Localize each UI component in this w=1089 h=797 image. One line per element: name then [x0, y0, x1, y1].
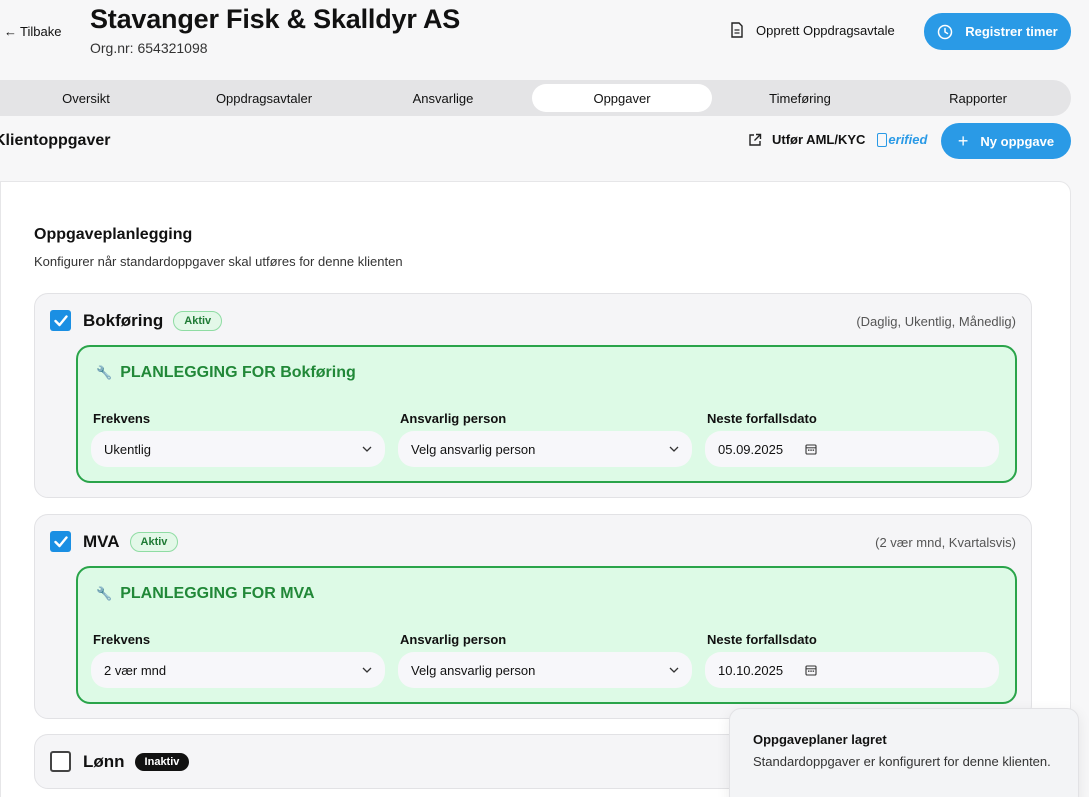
task-name: MVA: [83, 531, 120, 551]
chevron-down-icon: [362, 667, 372, 673]
new-task-label: Ny oppgave: [980, 133, 1055, 149]
plan-box: 🔧 PLANLEGGING FOR Bokføring Frekvens Uke…: [76, 345, 1017, 483]
calendar-icon: [805, 444, 817, 455]
toast-notification: Oppgaveplaner lagret Standardoppgaver er…: [729, 708, 1079, 797]
chevron-down-icon: [362, 446, 372, 452]
frequency-label: Frekvens: [93, 411, 151, 426]
tab-oversikt[interactable]: Oversikt: [0, 84, 176, 112]
toast-title: Oppgaveplaner lagret: [753, 732, 887, 747]
org-number: Org.nr: 654321098: [90, 40, 208, 56]
external-link-icon: [749, 133, 762, 146]
chevron-down-icon: [669, 446, 679, 452]
register-hours-button[interactable]: Registrer timer: [924, 13, 1071, 50]
task-checkbox[interactable]: [50, 751, 71, 772]
task-header: Bokføring Aktiv: [50, 310, 223, 331]
tab-timeforing[interactable]: Timeføring: [710, 84, 890, 112]
task-header: Lønn Inaktiv: [50, 751, 190, 772]
checkmark-icon: [53, 314, 68, 326]
frequency-select[interactable]: Ukentlig: [91, 431, 385, 467]
tab-ansvarlige[interactable]: Ansvarlige: [353, 84, 533, 112]
create-agreement-button[interactable]: Opprett Oppdragsavtale: [730, 22, 895, 38]
checkmark-icon: [53, 535, 68, 547]
frequency-value: Ukentlig: [104, 441, 151, 457]
tab-rapporter[interactable]: Rapporter: [888, 84, 1068, 112]
plan-title: 🔧 PLANLEGGING FOR MVA: [96, 585, 315, 603]
due-date-label: Neste forfallsdato: [707, 411, 817, 426]
verified-label: erified: [888, 132, 928, 147]
task-checkbox[interactable]: [50, 531, 71, 552]
responsible-value: Velg ansvarlig person: [411, 441, 536, 457]
chevron-down-icon: [669, 667, 679, 673]
arrow-left-icon: ←: [4, 24, 17, 39]
due-date-label: Neste forfallsdato: [707, 632, 817, 647]
due-date-value: 05.09.2025: [718, 441, 784, 457]
back-link[interactable]: ← Tilbake: [4, 24, 61, 39]
task-frequencies: (Daglig, Ukentlig, Månedlig): [856, 314, 1016, 329]
section-title: Klientoppgaver: [0, 132, 111, 149]
register-hours-label: Registrer timer: [965, 24, 1058, 39]
task-name: Bokføring: [83, 310, 164, 330]
wrench-icon: 🔧: [96, 365, 113, 380]
responsible-label: Ansvarlig person: [400, 411, 507, 426]
task-mva: MVA Aktiv (2 vær mnd, Kvartalsvis) 🔧 PLA…: [34, 514, 1032, 719]
plan-title-text: PLANLEGGING FOR MVA: [120, 585, 315, 602]
due-date-input[interactable]: 05.09.2025: [705, 431, 999, 467]
create-agreement-label: Opprett Oppdragsavtale: [756, 22, 895, 38]
plan-title: 🔧 PLANLEGGING FOR Bokføring: [96, 364, 356, 382]
verified-logo: erified: [877, 132, 927, 147]
responsible-select[interactable]: Velg ansvarlig person: [398, 652, 692, 688]
document-icon: [731, 22, 743, 38]
responsible-label: Ansvarlig person: [400, 632, 507, 647]
planning-subtitle: Konfigurer når standardoppgaver skal utf…: [34, 254, 403, 269]
status-badge: Aktiv: [129, 531, 179, 552]
planning-title: Oppgaveplanlegging: [34, 226, 193, 243]
frequency-select[interactable]: 2 vær mnd: [91, 652, 385, 688]
calendar-icon: [805, 665, 817, 676]
frequency-value: 2 vær mnd: [104, 662, 167, 678]
due-date-value: 10.10.2025: [718, 662, 784, 678]
task-header: MVA Aktiv: [50, 531, 179, 552]
wrench-icon: 🔧: [96, 586, 113, 601]
aml-kyc-label: Utfør AML/KYC: [772, 132, 866, 147]
frequency-label: Frekvens: [93, 632, 151, 647]
tab-oppdragsavtaler[interactable]: Oppdragsavtaler: [174, 84, 354, 112]
due-date-input[interactable]: 10.10.2025: [705, 652, 999, 688]
toast-text: Standardoppgaver er konfigurert for denn…: [753, 754, 1051, 769]
page-title: Stavanger Fisk & Skalldyr AS: [90, 4, 461, 34]
responsible-value: Velg ansvarlig person: [411, 662, 536, 678]
tab-oppgaver[interactable]: Oppgaver: [532, 84, 712, 112]
new-task-button[interactable]: + Ny oppgave: [941, 123, 1071, 159]
tab-bar: Oversikt Oppdragsavtaler Ansvarlige Oppg…: [0, 80, 1071, 116]
aml-kyc-button[interactable]: Utfør AML/KYC erified: [748, 132, 927, 147]
status-badge: Aktiv: [173, 310, 223, 331]
plan-box: 🔧 PLANLEGGING FOR MVA Frekvens 2 vær mnd…: [76, 566, 1017, 704]
task-frequencies: (2 vær mnd, Kvartalsvis): [875, 535, 1016, 550]
task-bokforing: Bokføring Aktiv (Daglig, Ukentlig, Måned…: [34, 293, 1032, 498]
plus-icon: +: [957, 130, 969, 151]
task-checkbox[interactable]: [50, 310, 71, 331]
task-planning-card: Oppgaveplanlegging Konfigurer når standa…: [0, 181, 1071, 797]
verified-v-icon: [877, 132, 888, 147]
task-name: Lønn: [83, 751, 125, 771]
status-badge: Inaktiv: [134, 752, 190, 771]
clock-icon: [938, 24, 953, 39]
responsible-select[interactable]: Velg ansvarlig person: [398, 431, 692, 467]
back-label: Tilbake: [20, 24, 62, 39]
plan-title-text: PLANLEGGING FOR Bokføring: [120, 364, 356, 381]
